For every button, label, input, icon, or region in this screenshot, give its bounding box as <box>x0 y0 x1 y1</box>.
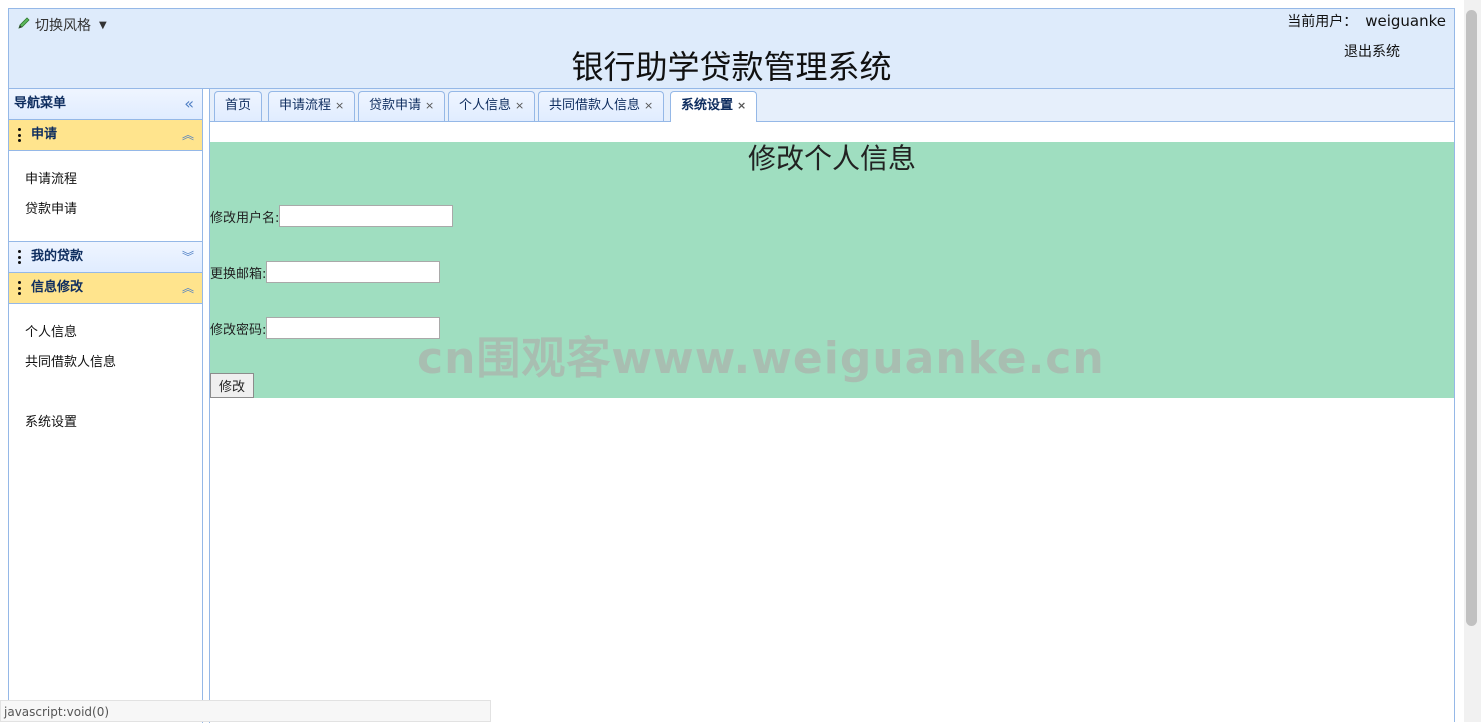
panel-apply-title: 申请 <box>31 127 58 142</box>
chevron-up-icon[interactable]: ︽ <box>182 273 194 303</box>
username: weiguanke <box>1365 12 1446 30</box>
tab-label: 贷款申请 <box>369 98 422 113</box>
username-label: 修改用户名: <box>210 210 280 226</box>
close-icon[interactable]: × <box>737 99 746 112</box>
tab-label: 首页 <box>225 98 252 113</box>
main-area: 首页 申请流程 × 贷款申请 × 个人信息 × 共同借款人信息 × 系统设置 × 修改个人… <box>209 89 1454 723</box>
panel-info-edit-header[interactable]: 信息修改 ︽ <box>9 273 202 304</box>
sidebar: 导航菜单 « 申请 ︽ 申请流程 贷款申请 我的贷款 ︾ 信息修改 ︽ 个人信息… <box>9 89 203 723</box>
panel-info-edit-body: 个人信息 共同借款人信息 系统设置 <box>9 304 202 454</box>
caret-down-icon: ▼ <box>99 19 107 31</box>
header: 切换风格 ▼ 银行助学贷款管理系统 当前用户： weiguanke 退出系统 <box>9 9 1454 89</box>
close-icon[interactable]: × <box>644 99 653 112</box>
app-frame: 切换风格 ▼ 银行助学贷款管理系统 当前用户： weiguanke 退出系统 导航… <box>8 8 1455 723</box>
tab-label: 个人信息 <box>459 98 512 113</box>
tab-personal-info[interactable]: 个人信息 × <box>448 91 536 121</box>
current-user-label: 当前用户： <box>1287 14 1358 30</box>
tab-label: 申请流程 <box>279 98 332 113</box>
grip-icon <box>18 281 21 295</box>
grip-icon <box>18 128 21 142</box>
logout-link[interactable]: 退出系统 <box>1344 41 1400 61</box>
sidebar-item-loan-apply[interactable]: 贷款申请 <box>9 199 202 229</box>
panel-apply-body: 申请流程 贷款申请 <box>9 151 202 242</box>
panel-info-edit-title: 信息修改 <box>31 280 84 295</box>
status-bar: javascript:void(0) <box>0 700 491 722</box>
form-title: 修改个人信息 <box>747 142 916 175</box>
close-icon[interactable]: × <box>335 99 344 112</box>
sidebar-item-system-settings[interactable]: 系统设置 <box>9 412 202 442</box>
nav-menu-header: 导航菜单 « <box>9 89 202 120</box>
tab-loan-apply[interactable]: 贷款申请 × <box>358 91 446 121</box>
current-user: 当前用户： weiguanke <box>1287 11 1446 31</box>
username-row: 修改用户名: <box>210 205 454 227</box>
close-icon[interactable]: × <box>425 99 434 112</box>
password-input[interactable] <box>266 317 441 339</box>
edit-profile-form: 修改个人信息 修改用户名: 更换邮箱: 修改密码: 修改 <box>210 142 1454 398</box>
vertical-scrollbar[interactable] <box>1464 0 1481 722</box>
tab-system-settings[interactable]: 系统设置 × <box>670 91 758 122</box>
submit-button[interactable]: 修改 <box>210 373 254 398</box>
close-icon[interactable]: × <box>515 99 524 112</box>
tab-apply-process[interactable]: 申请流程 × <box>268 91 356 121</box>
tab-content: 修改个人信息 修改用户名: 更换邮箱: 修改密码: 修改 <box>210 122 1454 723</box>
sidebar-item-personal-info[interactable]: 个人信息 <box>9 322 202 352</box>
system-title: 银行助学贷款管理系统 <box>571 48 892 86</box>
email-row: 更换邮箱: <box>210 261 441 283</box>
sidebar-item-apply-process[interactable]: 申请流程 <box>9 169 202 199</box>
theme-switch-label: 切换风格 <box>35 18 91 34</box>
pencil-icon <box>17 16 31 34</box>
email-input[interactable] <box>266 261 441 283</box>
tab-label: 系统设置 <box>681 98 734 113</box>
password-label: 修改密码: <box>210 322 267 338</box>
username-input[interactable] <box>279 205 454 227</box>
password-row: 修改密码: <box>210 317 441 339</box>
tab-label: 共同借款人信息 <box>549 98 641 113</box>
grip-icon <box>18 250 21 264</box>
chevron-down-icon[interactable]: ︾ <box>182 242 194 272</box>
chevron-up-icon[interactable]: ︽ <box>182 120 194 150</box>
nav-menu-title: 导航菜单 <box>14 96 67 111</box>
panel-my-loans-title: 我的贷款 <box>31 249 84 264</box>
collapse-left-icon[interactable]: « <box>184 89 194 119</box>
panel-my-loans-header[interactable]: 我的贷款 ︾ <box>9 242 202 273</box>
tab-home[interactable]: 首页 <box>214 91 263 121</box>
sidebar-item-co-borrower-info[interactable]: 共同借款人信息 <box>9 352 202 382</box>
scrollbar-thumb[interactable] <box>1466 10 1477 626</box>
tab-bar: 首页 申请流程 × 贷款申请 × 个人信息 × 共同借款人信息 × 系统设置 × <box>210 89 1454 122</box>
panel-apply-header[interactable]: 申请 ︽ <box>9 120 202 151</box>
email-label: 更换邮箱: <box>210 266 267 282</box>
theme-switch-menu[interactable]: 切换风格 ▼ <box>17 15 107 35</box>
tab-co-borrower-info[interactable]: 共同借款人信息 × <box>538 91 665 121</box>
